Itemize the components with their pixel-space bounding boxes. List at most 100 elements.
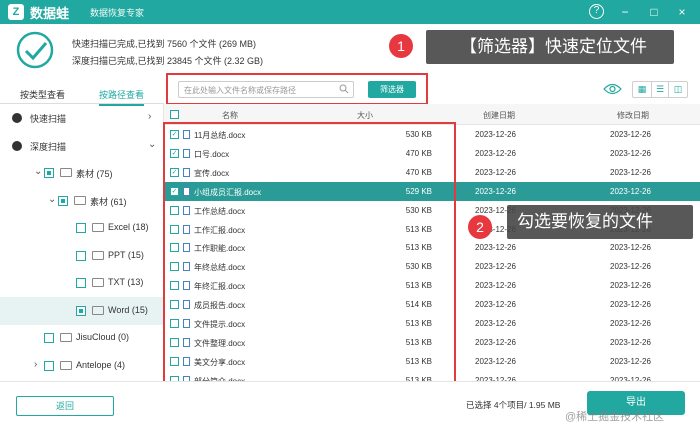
chevron-down-icon[interactable]: ⌄ [34, 166, 42, 177]
deep-scan-summary: 深度扫描已完成,已找到 23845 个文件 (2.32 GB) [72, 56, 264, 66]
tree-node-label: JisuCloud (0) [76, 332, 130, 342]
chevron-right-icon[interactable]: › [148, 111, 151, 122]
tree-node-checkbox[interactable] [58, 195, 68, 206]
tree-node[interactable]: › 快速扫描 [0, 104, 164, 132]
tree-node-checkbox[interactable] [76, 223, 86, 233]
tree-node-label: 快速扫描 [30, 114, 67, 124]
file-modified: 2023-12-26 [610, 167, 651, 177]
column-created[interactable]: 创建日期 [483, 110, 515, 121]
chevron-down-icon[interactable]: ⌄ [148, 139, 156, 150]
step-badge-2: 2 [468, 215, 492, 239]
file-created: 2023-12-26 [475, 281, 516, 291]
file-created: 2023-12-26 [475, 337, 516, 347]
file-modified: 2023-12-26 [610, 281, 651, 291]
file-created: 2023-12-26 [475, 148, 516, 158]
select-all-checkbox[interactable] [170, 110, 179, 119]
tree-node-checkbox[interactable] [76, 250, 86, 261]
tree-node[interactable]: ⌄ 素材 (75) [0, 159, 164, 187]
column-name[interactable]: 名称 [222, 110, 238, 121]
file-created: 2023-12-26 [475, 356, 516, 366]
folder-icon [92, 278, 104, 287]
tree-node-checkbox[interactable] [44, 360, 54, 371]
file-created: 2023-12-26 [475, 243, 516, 253]
view-tabs: 按类型查看 按路径查看 [0, 82, 164, 106]
tree-node-label: 素材 (61) [90, 196, 127, 207]
folder-icon [60, 168, 72, 177]
tree-node[interactable]: PPT (15) [0, 242, 164, 270]
file-modified: 2023-12-26 [610, 300, 651, 310]
view-mode-switcher: ▦ ☰ ◫ [632, 81, 688, 98]
step-badge-1: 1 [389, 34, 413, 58]
tree-node-label: PPT (15) [108, 249, 144, 260]
selection-summary: 已选择 4个项目/ 1.95 MB [466, 400, 561, 410]
quick-scan-summary: 快速扫描已完成,已找到 7560 个文件 (269 MB) [72, 39, 257, 49]
app-tagline: 数据恢复专家 [90, 8, 145, 18]
file-modified: 2023-12-26 [610, 148, 651, 158]
tree-node-checkbox[interactable] [44, 333, 54, 343]
detail-view-icon[interactable]: ◫ [669, 82, 687, 97]
tree-node-label: TXT (13) [108, 277, 144, 287]
tree-node-label: Antelope (4) [76, 359, 126, 370]
file-modified: 2023-12-26 [610, 186, 651, 196]
tree-node-checkbox[interactable] [44, 168, 54, 178]
select-callout-text: 勾选要恢复的文件 [517, 212, 653, 231]
file-created: 2023-12-26 [475, 167, 516, 177]
search-icon[interactable] [339, 84, 349, 94]
filter-callout: 【筛选器】快速定位文件 [426, 30, 674, 64]
file-modified: 2023-12-26 [610, 262, 651, 272]
tree-node-checkbox[interactable] [76, 305, 86, 316]
tree-node-checkbox[interactable] [76, 278, 86, 288]
tree-node-label: Word (15) [108, 304, 148, 315]
tree-node[interactable]: JisuCloud (0) [0, 324, 164, 352]
minimize-icon[interactable]: − [616, 3, 634, 21]
app-name: 数据蛙 [30, 6, 70, 21]
back-button[interactable]: 返回 [16, 396, 114, 416]
chevron-right-icon[interactable]: › [34, 359, 37, 370]
tab-by-type[interactable]: 按类型查看 [20, 88, 65, 101]
file-modified: 2023-12-26 [610, 337, 651, 347]
folder-icon [74, 195, 86, 205]
app-logo: Z [8, 4, 24, 20]
folder-icon [60, 360, 72, 370]
file-created: 2023-12-26 [475, 262, 516, 272]
tree-node-checkbox[interactable] [12, 140, 22, 151]
chevron-down-icon[interactable]: ⌄ [48, 194, 56, 205]
help-icon[interactable]: ? [589, 4, 604, 19]
watermark: @稀土掘金技术社区 [565, 411, 665, 423]
file-modified: 2023-12-26 [610, 130, 651, 139]
filter-button[interactable]: 筛选器 [368, 81, 416, 98]
list-view-icon[interactable]: ☰ [651, 82, 669, 97]
maximize-icon[interactable]: □ [645, 3, 663, 21]
folder-icon [92, 250, 104, 260]
column-modified[interactable]: 修改日期 [617, 110, 649, 121]
folder-icon [60, 333, 72, 342]
tree-node-label: 深度扫描 [30, 141, 67, 152]
tree-node[interactable]: › Antelope (4) [0, 352, 164, 380]
tree-node[interactable]: ⌄ 素材 (61) [0, 187, 164, 215]
filter-callout-text: 【筛选器】快速定位文件 [460, 37, 647, 56]
tree-node[interactable]: Excel (18) [0, 214, 164, 242]
scan-complete-icon [16, 31, 54, 69]
tree-node[interactable]: TXT (13) [0, 269, 164, 297]
folder-icon [92, 223, 104, 232]
tree-node-label: 素材 (75) [76, 169, 113, 179]
file-modified: 2023-12-26 [610, 356, 651, 366]
tree-node[interactable]: ⌄ 深度扫描 [0, 132, 164, 160]
title-bar: Z 数据蛙 数据恢复专家 ? − □ × [0, 0, 700, 24]
tree-node[interactable]: Word (15) [0, 296, 164, 325]
file-created: 2023-12-26 [475, 186, 516, 196]
column-size[interactable]: 大小 [357, 110, 373, 121]
preview-eye-icon[interactable] [603, 83, 622, 95]
tree-node-checkbox[interactable] [12, 113, 22, 123]
folder-icon [92, 305, 104, 315]
tree-node-label: Excel (18) [108, 222, 149, 232]
file-selection-highlight-box [163, 122, 456, 386]
grid-view-icon[interactable]: ▦ [633, 82, 651, 97]
close-icon[interactable]: × [673, 3, 691, 21]
file-modified: 2023-12-26 [610, 319, 651, 328]
folder-tree: › 快速扫描 ⌄ 深度扫描 ⌄ 素材 (75) ⌄ 素材 (61) Excel (18) PPT … [0, 104, 164, 380]
select-callout: 勾选要恢复的文件 [507, 205, 693, 239]
file-modified: 2023-12-26 [610, 243, 651, 253]
search-input[interactable]: 在此处输入文件名称或保存路径 [178, 81, 354, 98]
file-created: 2023-12-26 [475, 300, 516, 310]
